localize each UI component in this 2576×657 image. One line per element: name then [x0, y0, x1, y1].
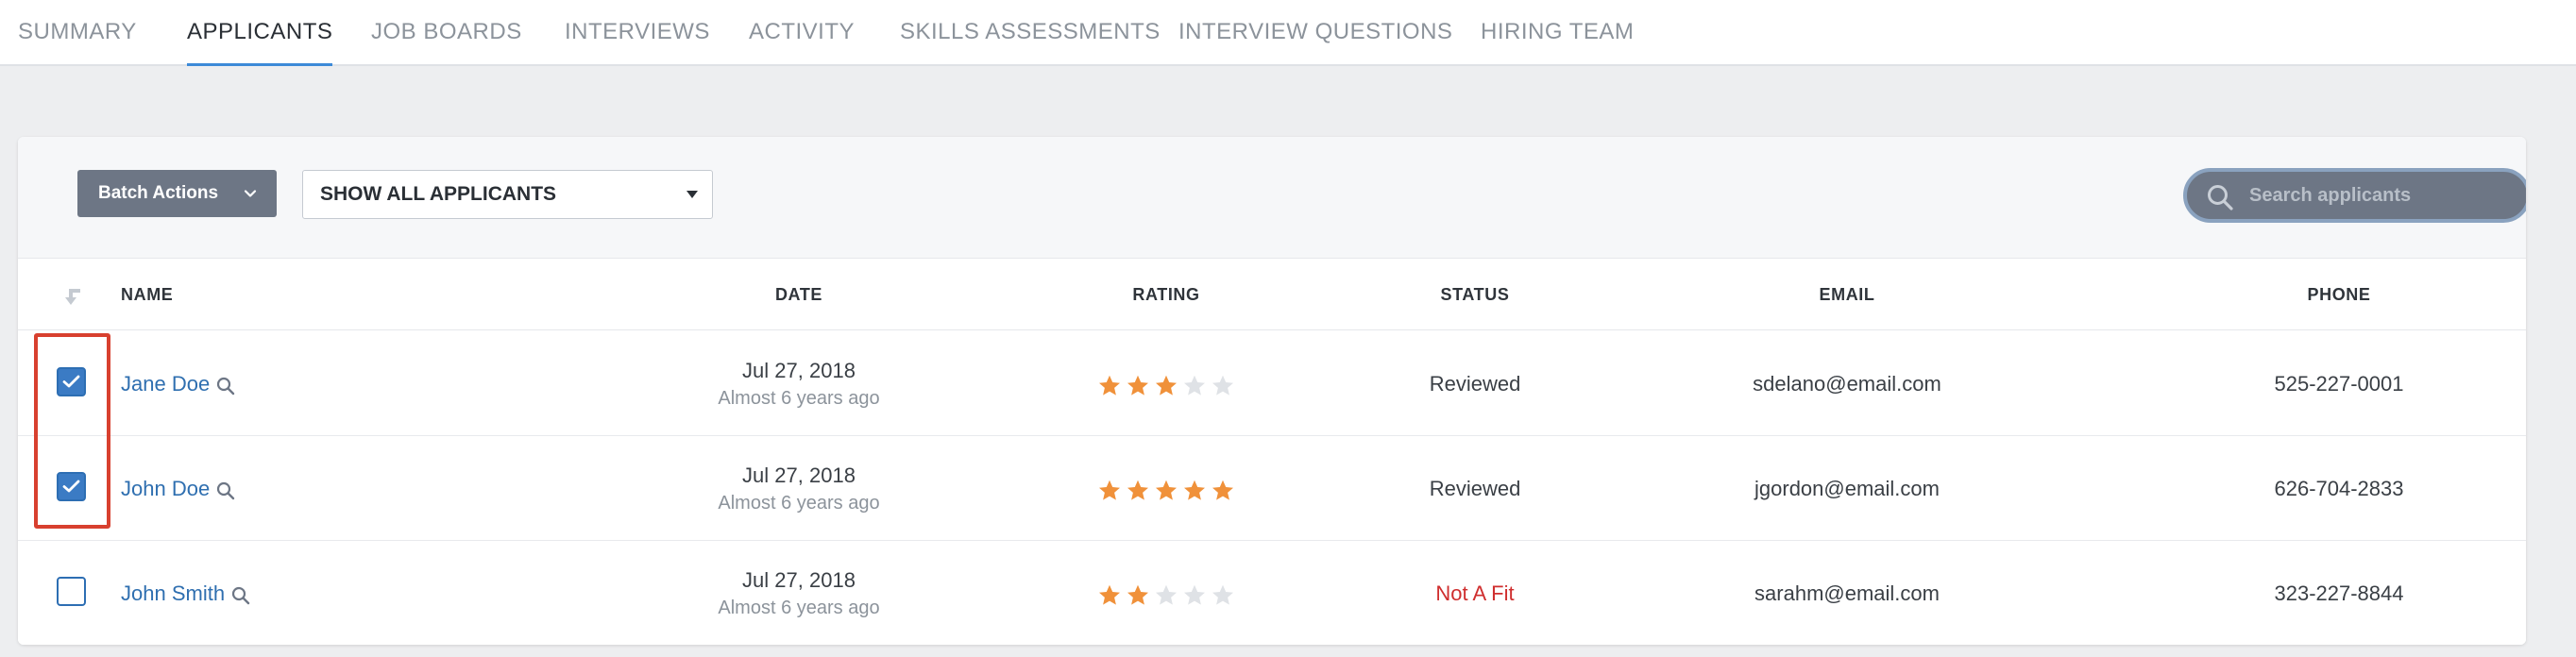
magnifier-icon[interactable]: [215, 376, 236, 396]
row-select-checkbox[interactable]: [57, 472, 86, 501]
tab-activity[interactable]: ACTIVITY: [749, 0, 855, 66]
star-icon[interactable]: [1126, 374, 1150, 398]
applied-date-relative: Almost 6 years ago: [718, 387, 880, 409]
phone-text: 525-227-0001: [2274, 371, 2404, 396]
caret-down-icon: [686, 191, 698, 198]
star-icon[interactable]: [1154, 374, 1178, 398]
rating-cell: [1097, 541, 1235, 645]
search-applicants[interactable]: [2183, 168, 2526, 223]
magnifier-icon[interactable]: [230, 585, 251, 606]
phone-text: 323-227-8844: [2274, 581, 2404, 605]
star-rating[interactable]: [1097, 479, 1235, 503]
column-header-date[interactable]: DATE: [775, 260, 822, 330]
table-row: John Doe Jul 27, 2018 Almost 6 years ago Re…: [18, 436, 2526, 541]
email-text: sarahm@email.com: [1754, 581, 1940, 605]
applied-date-relative: Almost 6 years ago: [718, 597, 880, 618]
applicant-name-link[interactable]: Jane Doe: [121, 372, 210, 396]
phone-text: 626-704-2833: [2274, 476, 2404, 500]
applicants-toolbar: Batch Actions SHOW ALL APPLICANTS: [18, 137, 2526, 259]
tab-interviews[interactable]: INTERVIEWS: [565, 0, 710, 66]
star-icon[interactable]: [1154, 583, 1178, 608]
table-header: NAME DATE RATING STATUS EMAIL PHONE: [18, 260, 2526, 330]
star-icon[interactable]: [1182, 583, 1207, 608]
applicant-name-cell: John Smith: [121, 541, 251, 645]
tab-applicants[interactable]: APPLICANTS: [187, 0, 333, 66]
table-row: John Smith Jul 27, 2018 Almost 6 years ago…: [18, 541, 2526, 645]
date-cell: Jul 27, 2018 Almost 6 years ago: [718, 436, 879, 541]
checkmark-icon: [62, 375, 80, 388]
status-cell: Not A Fit: [1435, 541, 1514, 645]
status-text: Reviewed: [1429, 371, 1521, 396]
batch-actions-button[interactable]: Batch Actions: [77, 170, 277, 217]
phone-cell: 525-227-0001: [2274, 331, 2403, 436]
status-text: Not A Fit: [1435, 581, 1515, 605]
star-icon[interactable]: [1097, 374, 1122, 398]
email-cell: sdelano@email.com: [1753, 331, 1941, 436]
applicants-card: Batch Actions SHOW ALL APPLICANTS NAME D…: [18, 137, 2526, 645]
row-select-checkbox[interactable]: [57, 367, 86, 396]
status-text: Reviewed: [1429, 476, 1521, 500]
email-text: sdelano@email.com: [1753, 371, 1941, 396]
checkmark-icon: [62, 480, 80, 493]
star-icon[interactable]: [1097, 583, 1122, 608]
column-header-rating[interactable]: RATING: [1132, 260, 1199, 330]
star-icon[interactable]: [1097, 479, 1122, 503]
batch-actions-label: Batch Actions: [98, 183, 219, 203]
rating-cell: [1097, 331, 1235, 436]
tab-interview-questions[interactable]: INTERVIEW QUESTIONS: [1178, 0, 1452, 66]
star-icon[interactable]: [1211, 583, 1235, 608]
tab-job-boards[interactable]: JOB BOARDS: [371, 0, 522, 66]
applicant-filter-select[interactable]: SHOW ALL APPLICANTS: [302, 170, 713, 219]
tab-summary[interactable]: SUMMARY: [18, 0, 137, 66]
date-cell: Jul 27, 2018 Almost 6 years ago: [718, 331, 879, 436]
star-icon[interactable]: [1126, 583, 1150, 608]
sort-icon[interactable]: [60, 284, 85, 309]
applicant-name-cell: Jane Doe: [121, 331, 236, 436]
star-rating[interactable]: [1097, 583, 1235, 608]
applied-date-relative: Almost 6 years ago: [718, 492, 880, 514]
applicant-name-link[interactable]: John Smith: [121, 581, 225, 606]
email-text: jgordon@email.com: [1754, 476, 1940, 500]
chevron-down-icon: [244, 190, 257, 197]
search-input[interactable]: [2249, 184, 2495, 207]
phone-cell: 626-704-2833: [2274, 436, 2403, 541]
applicant-filter-value: SHOW ALL APPLICANTS: [320, 183, 557, 205]
star-icon[interactable]: [1126, 479, 1150, 503]
email-cell: jgordon@email.com: [1754, 436, 1940, 541]
column-header-email[interactable]: EMAIL: [1820, 260, 1875, 330]
star-icon[interactable]: [1211, 374, 1235, 398]
rating-cell: [1097, 436, 1235, 541]
phone-cell: 323-227-8844: [2274, 541, 2403, 645]
status-cell: Reviewed: [1430, 331, 1521, 436]
magnifier-icon[interactable]: [215, 480, 236, 501]
applied-date: Jul 27, 2018: [742, 567, 856, 592]
email-cell: sarahm@email.com: [1754, 541, 1940, 645]
column-header-name[interactable]: NAME: [121, 260, 173, 330]
date-cell: Jul 27, 2018 Almost 6 years ago: [718, 541, 879, 645]
applicant-name-link[interactable]: John Doe: [121, 477, 210, 501]
status-cell: Reviewed: [1430, 436, 1521, 541]
row-select-checkbox[interactable]: [57, 577, 86, 606]
star-rating[interactable]: [1097, 374, 1235, 398]
tab-hiring-team[interactable]: HIRING TEAM: [1481, 0, 1634, 66]
applicant-name-cell: John Doe: [121, 436, 236, 541]
star-icon[interactable]: [1182, 479, 1207, 503]
tab-bar: SUMMARY APPLICANTS JOB BOARDS INTERVIEWS…: [0, 0, 2576, 66]
column-header-phone[interactable]: PHONE: [2307, 260, 2370, 330]
search-icon: [2208, 185, 2233, 211]
column-header-status[interactable]: STATUS: [1441, 260, 1510, 330]
star-icon[interactable]: [1182, 374, 1207, 398]
star-icon[interactable]: [1154, 479, 1178, 503]
star-icon[interactable]: [1211, 479, 1235, 503]
applied-date: Jul 27, 2018: [742, 463, 856, 487]
tab-skills-assessments[interactable]: SKILLS ASSESSMENTS: [900, 0, 1161, 66]
table-row: Jane Doe Jul 27, 2018 Almost 6 years ago Re…: [18, 331, 2526, 436]
applied-date: Jul 27, 2018: [742, 358, 856, 382]
